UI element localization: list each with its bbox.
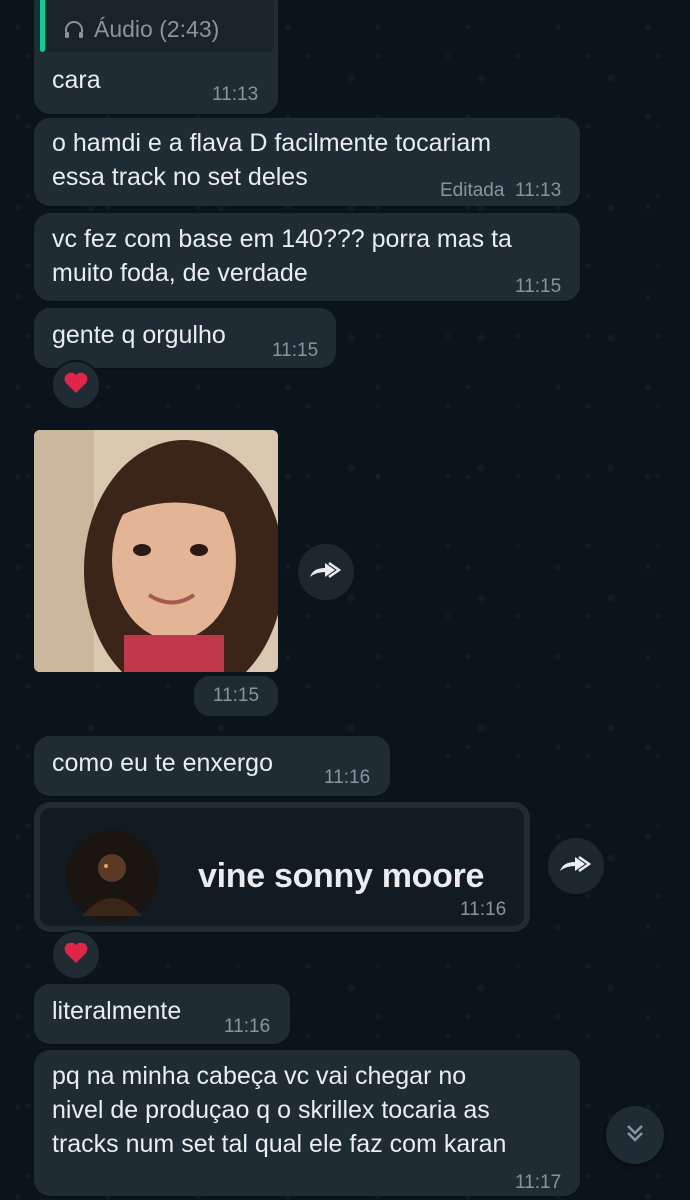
quoted-audio-label: Áudio (2:43) [94, 16, 220, 42]
edited-label: Editada [440, 180, 505, 201]
quote-accent-bar [40, 0, 45, 52]
double-chevron-down-icon [622, 1120, 648, 1151]
message-text-line: tracks num set tal qual ele faz com kara… [52, 1130, 507, 1158]
message-time: 11:13 [515, 180, 562, 201]
message-text-line: vc fez com base em 140??? porra mas ta [52, 225, 512, 253]
heart-icon [63, 371, 89, 400]
message-time: 11:17 [515, 1172, 562, 1193]
headphones-icon [62, 18, 86, 47]
message-text-line: pq na minha cabeça vc vai chegar no [52, 1062, 467, 1090]
forward-button[interactable] [548, 838, 604, 894]
message-time: 11:16 [224, 1016, 271, 1037]
message-text-line: essa track no set deles [52, 163, 308, 191]
message-text: cara [52, 66, 101, 94]
reaction-badge[interactable] [51, 360, 101, 410]
message-text: gente q orgulho [52, 321, 226, 349]
heart-icon [63, 941, 89, 970]
message-time: 11:13 [212, 84, 259, 105]
image-time-pill: 11:15 [194, 676, 278, 716]
message-text-line: o hamdi e a flava D facilmente tocariam [52, 129, 492, 157]
image-message[interactable] [34, 430, 278, 672]
message-time: 11:15 [515, 276, 562, 297]
link-title: vine sonny moore [198, 857, 485, 895]
message-text: como eu te enxergo [52, 749, 273, 777]
link-thumbnail [66, 830, 158, 927]
message-time: 11:15 [212, 685, 260, 706]
message-text-line: muito foda, de verdade [52, 259, 308, 287]
message-time: 11:16 [460, 899, 507, 920]
forward-icon [557, 853, 595, 880]
message-time: 11:15 [272, 340, 319, 361]
child-photo [34, 430, 278, 672]
scroll-to-bottom-button[interactable] [606, 1106, 664, 1164]
message-text: literalmente [52, 997, 182, 1025]
reaction-badge[interactable] [51, 930, 101, 980]
forward-icon [307, 559, 345, 586]
forward-button[interactable] [298, 544, 354, 600]
message-text-line: nivel de produçao q o skrillex tocaria a… [52, 1096, 490, 1124]
message-time: 11:16 [324, 767, 371, 788]
